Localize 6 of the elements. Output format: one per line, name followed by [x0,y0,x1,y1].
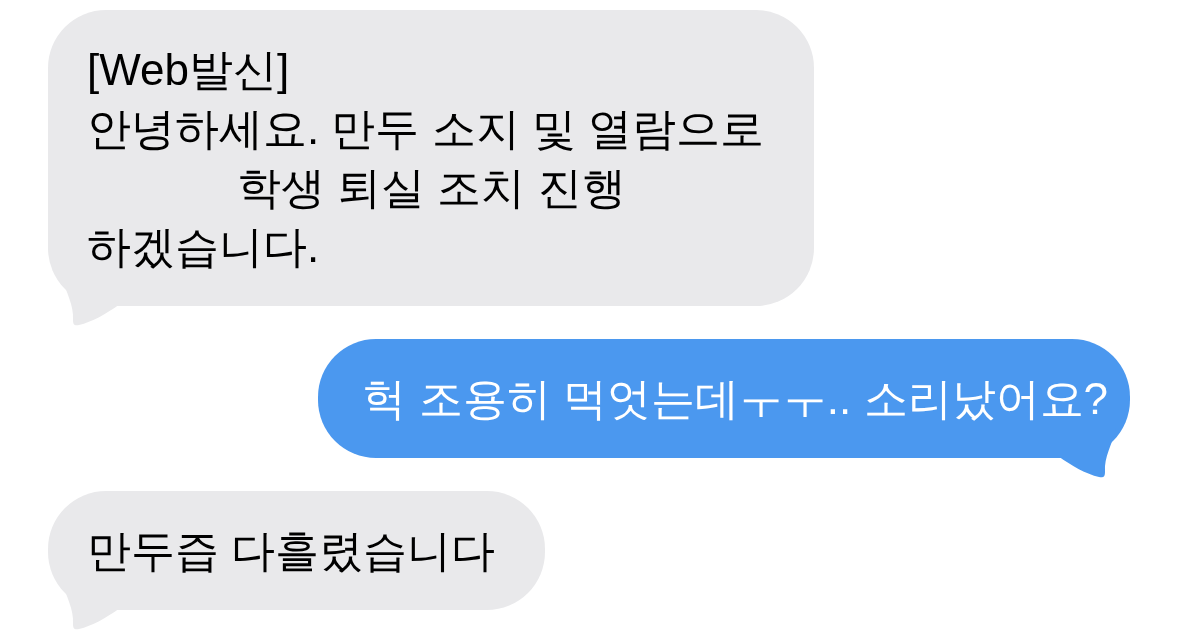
message-line: 학생 퇴실 조치 진행 [236,162,626,214]
message-line: 하겠습니다. [87,221,320,273]
message-line: 안녕하세요. 만두 소지 및 열람으로 [87,103,765,155]
message-line: 만두즙 다흘렸습니다 [87,525,496,577]
message-line: 헉 조용히 먹엇는데ㅜㅜ.. 소리났어요? [362,373,1108,425]
message-line: [Web발신] [87,44,290,96]
